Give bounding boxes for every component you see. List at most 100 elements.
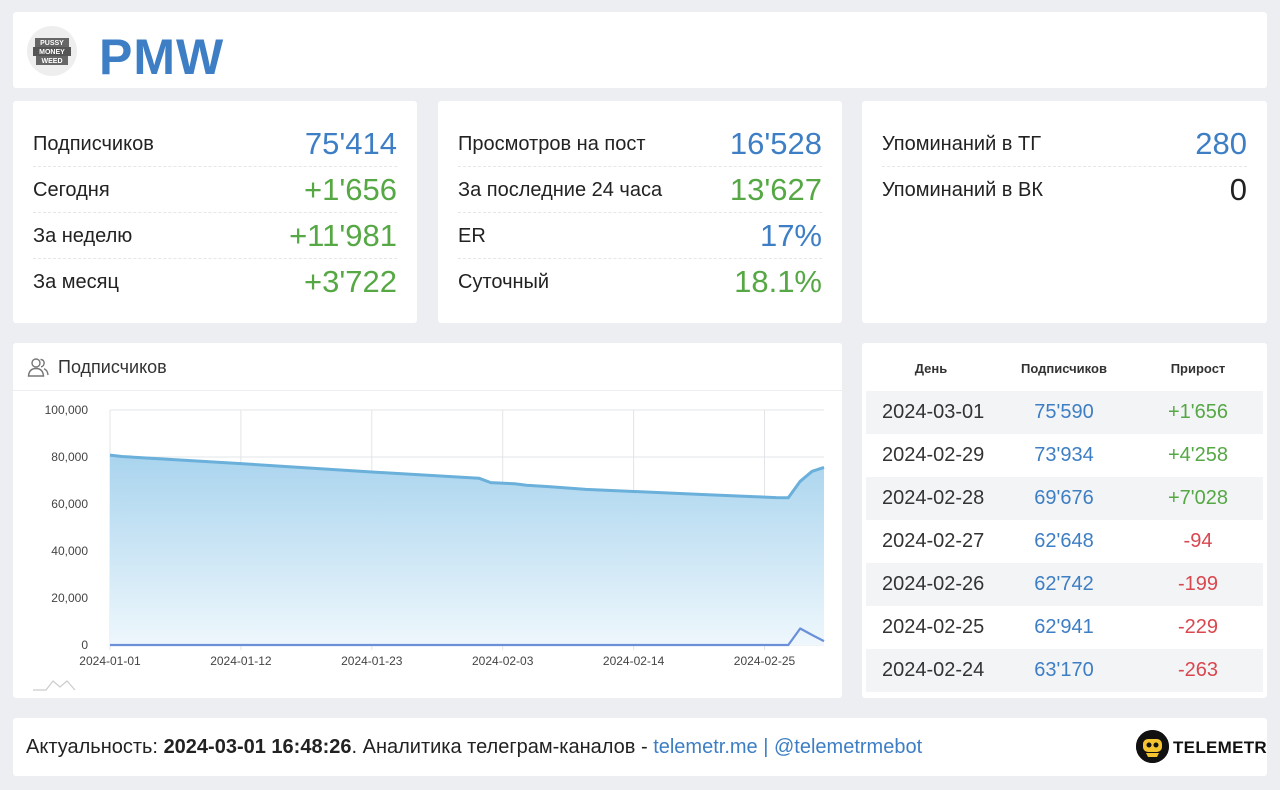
table-row: 2024-02-24 63'170 -263 — [866, 649, 1263, 692]
footer-prefix: Актуальность: — [26, 736, 164, 758]
subscribers-chart-card: Подписчиков 100,000 80,000 60,000 40,000 20,… — [13, 343, 842, 698]
table-header-growth: Прирост — [1170, 361, 1226, 376]
stat-value: +1'656 — [304, 172, 397, 207]
stat-row-subscribers: Подписчиков 75'414 — [33, 121, 397, 167]
row-day: 2024-02-24 — [882, 659, 985, 681]
stat-label: За неделю — [33, 225, 133, 247]
row-growth: -229 — [1177, 616, 1219, 638]
stat-label: ER — [458, 225, 486, 247]
y-tick-label: 40,000 — [51, 544, 88, 558]
x-tick-label: 2024-01-01 — [79, 654, 141, 668]
stat-label: Суточный — [458, 271, 550, 293]
mentions-stat-card: Упоминаний в ТГ 280 Упоминаний в ВК 0 — [862, 101, 1267, 323]
telemetr-logo-icon — [1136, 730, 1169, 763]
row-growth: +1'656 — [1168, 401, 1228, 423]
stat-row-mentions-vk: Упоминаний в ВК 0 — [882, 167, 1247, 213]
daily-table-card: День Подписчиков Прирост 2024-03-01 75'5… — [862, 343, 1267, 698]
telemetr-link[interactable]: telemetr.me — [653, 736, 757, 758]
row-day: 2024-02-28 — [882, 487, 985, 509]
stat-row-week: За неделю +11'981 — [33, 213, 397, 259]
x-tick-label: 2024-01-23 — [341, 654, 403, 668]
row-subscribers: 63'170 — [1034, 659, 1094, 681]
footer-bar: Актуальность: 2024-03-01 16:48:26. Анали… — [13, 718, 1267, 776]
y-tick-label: 80,000 — [51, 450, 88, 464]
row-growth: -199 — [1177, 573, 1219, 595]
footer-separator: | — [757, 736, 774, 758]
stat-label: Упоминаний в ТГ — [882, 133, 1042, 155]
svg-text:WEED: WEED — [42, 58, 63, 65]
logo-lettering: PUSSY — [40, 40, 64, 47]
row-growth: -94 — [1183, 530, 1213, 552]
y-tick-label: 100,000 — [45, 403, 89, 417]
table-row: 2024-02-29 73'934 +4'258 — [866, 434, 1263, 477]
subscribers-area-chart: 100,000 80,000 60,000 40,000 20,000 0 2024-01-… — [33, 403, 825, 691]
stat-label: Просмотров на пост — [458, 133, 646, 155]
footer-text: Актуальность: 2024-03-01 16:48:26. Анали… — [26, 736, 922, 759]
chart-title: Подписчиков — [58, 357, 167, 377]
row-subscribers: 75'590 — [1034, 401, 1094, 423]
channel-logo: PUSSY MONEY WEED — [27, 26, 77, 76]
stat-label: За последние 24 часа — [458, 179, 663, 201]
telemetr-bot-link[interactable]: @telemetrmebot — [774, 736, 922, 758]
row-subscribers: 62'648 — [1034, 530, 1094, 552]
stat-row-month: За месяц +3'722 — [33, 259, 397, 305]
row-subscribers: 73'934 — [1034, 444, 1094, 466]
header-bar: PUSSY MONEY WEED PMW — [13, 12, 1267, 88]
table-header-day: День — [914, 361, 948, 376]
telemetr-brand-name: TELEMETR — [1173, 738, 1268, 757]
stat-value: 280 — [1195, 126, 1247, 161]
x-tick-label: 2024-02-03 — [472, 654, 534, 668]
channel-title: PMW — [99, 29, 225, 85]
views-stat-card: Просмотров на пост 16'528 За последние 2… — [438, 101, 842, 323]
row-day: 2024-02-29 — [882, 444, 985, 466]
table-row: 2024-02-27 62'648 -94 — [866, 520, 1263, 563]
y-tick-label: 60,000 — [51, 497, 88, 511]
subscribers-area — [110, 455, 824, 645]
users-icon — [27, 358, 49, 377]
x-tick-label: 2024-02-25 — [734, 654, 796, 668]
footer-middle: . Аналитика телеграм-каналов - — [351, 736, 654, 758]
row-day: 2024-02-26 — [882, 573, 985, 595]
stat-value: +3'722 — [304, 264, 397, 299]
stat-label: За месяц — [33, 271, 119, 293]
stat-value: 75'414 — [304, 126, 397, 161]
table-row: 2024-02-28 69'676 +7'028 — [866, 477, 1263, 520]
table-row: 2024-03-01 75'590 +1'656 — [866, 391, 1263, 434]
table-header-subscribers: Подписчиков — [1021, 361, 1107, 376]
y-tick-label: 0 — [81, 638, 88, 652]
footer-timestamp: 2024-03-01 16:48:26 — [163, 736, 352, 758]
x-tick-label: 2024-02-14 — [603, 654, 665, 668]
table-row: 2024-02-26 62'742 -199 — [866, 563, 1263, 606]
stat-row-er: ER 17% — [458, 213, 822, 259]
y-tick-label: 20,000 — [51, 591, 88, 605]
stat-value: 13'627 — [729, 172, 822, 207]
row-day: 2024-02-25 — [882, 616, 985, 638]
stat-label: Упоминаний в ВК — [882, 179, 1043, 201]
stat-value: 18.1% — [734, 264, 822, 299]
stat-row-mentions-tg: Упоминаний в ТГ 280 — [882, 121, 1247, 167]
row-growth: +7'028 — [1168, 487, 1228, 509]
stat-row-last-24h: За последние 24 часа 13'627 — [458, 167, 822, 213]
stat-row-today: Сегодня +1'656 — [33, 167, 397, 213]
row-growth: +4'258 — [1168, 444, 1228, 466]
subscribers-stat-card: Подписчиков 75'414 Сегодня +1'656 За нед… — [13, 101, 417, 323]
stat-value: +11'981 — [289, 218, 397, 253]
row-subscribers: 62'941 — [1034, 616, 1094, 638]
x-tick-label: 2024-01-12 — [210, 654, 272, 668]
stat-value: 16'528 — [729, 126, 822, 161]
row-growth: -263 — [1177, 659, 1219, 681]
stat-label: Сегодня — [33, 179, 110, 201]
row-subscribers: 62'742 — [1034, 573, 1094, 595]
stat-label: Подписчиков — [33, 133, 154, 155]
stat-row-daily: Суточный 18.1% — [458, 259, 822, 305]
table-row: 2024-02-25 62'941 -229 — [866, 606, 1263, 649]
stat-value: 0 — [1229, 172, 1247, 207]
navigator-icon — [33, 680, 76, 691]
svg-text:MONEY: MONEY — [39, 49, 65, 56]
stat-value: 17% — [759, 218, 822, 253]
chart-header: Подписчиков — [13, 343, 842, 391]
stat-row-views-per-post: Просмотров на пост 16'528 — [458, 121, 822, 167]
row-subscribers: 69'676 — [1034, 487, 1094, 509]
row-day: 2024-02-27 — [882, 530, 985, 552]
row-day: 2024-03-01 — [882, 401, 985, 423]
